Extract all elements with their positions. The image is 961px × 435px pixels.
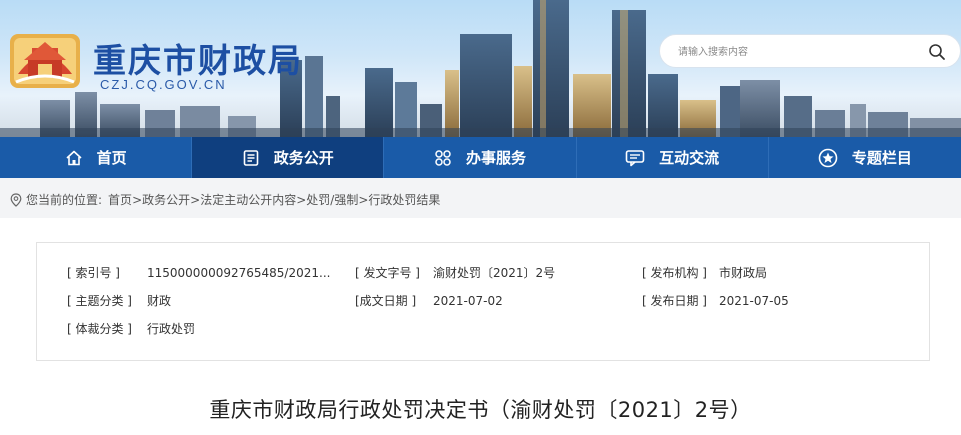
search-input[interactable]: [678, 44, 918, 60]
nav-item-label: 政务公开: [273, 149, 334, 167]
written-date-value: 2021-07-02: [433, 294, 503, 308]
site-logo: [10, 34, 80, 88]
nav-item-special-topics[interactable]: 专题栏目: [769, 137, 961, 178]
breadcrumb-item-penalty-enforcement[interactable]: 处罚/强制: [306, 191, 358, 208]
breadcrumb-separator: >: [190, 192, 201, 207]
search-box: [659, 34, 961, 68]
topic-category-value: 财政: [147, 294, 172, 308]
search-icon[interactable]: [928, 43, 946, 61]
issuing-agency-label: [ 发布机构 ]: [642, 266, 707, 280]
home-icon: [66, 150, 82, 165]
breadcrumb-separator: >: [132, 192, 143, 207]
site-domain: CZJ.CQ.GOV.CN: [100, 77, 227, 92]
chat-icon: [625, 149, 645, 166]
breadcrumb-separator: >: [358, 192, 369, 207]
genre-category-value: 行政处罚: [147, 322, 196, 336]
nav-item-interaction[interactable]: 互动交流: [577, 137, 769, 178]
document-number-label: [ 发文字号 ]: [355, 266, 420, 280]
document-number-value: 渝财处罚〔2021〕2号: [433, 266, 556, 280]
document-list-icon: [243, 149, 259, 166]
index-number-value: 115000000092765485/2021...: [147, 266, 331, 280]
nav-item-label: 专题栏目: [851, 149, 912, 167]
location-pin-icon: [10, 192, 22, 207]
breadcrumb-item-statutory-disclosure[interactable]: 法定主动公开内容: [200, 191, 296, 208]
publish-date-value: 2021-07-05: [719, 294, 789, 308]
breadcrumb-item-government-affairs[interactable]: 政务公开: [142, 191, 190, 208]
issuing-agency-value: 市财政局: [719, 266, 768, 280]
breadcrumb-item-home[interactable]: 首页: [108, 191, 132, 208]
breadcrumb: 您当前的位置: 首页 > 政务公开 > 法定主动公开内容 > 处罚/强制 > 行…: [10, 191, 440, 208]
breadcrumb-prefix: 您当前的位置:: [26, 193, 103, 207]
nav-item-label: 互动交流: [659, 149, 720, 167]
nav-item-services[interactable]: 办事服务: [384, 137, 577, 178]
grid-icon: [435, 149, 451, 166]
nav-item-home[interactable]: 首页: [0, 137, 193, 178]
site-title: 重庆市财政局: [93, 41, 303, 80]
nav-item-label: 首页: [96, 149, 127, 167]
document-metadata-box: [ 索引号 ] 115000000092765485/2021... [ 发文字…: [36, 242, 930, 361]
nav-item-label: 办事服务: [465, 149, 526, 167]
index-number-label: [ 索引号 ]: [67, 266, 120, 280]
breadcrumb-item-penalty-results[interactable]: 行政处罚结果: [368, 191, 440, 208]
topic-category-label: [ 主题分类 ]: [67, 294, 132, 308]
star-icon: [818, 148, 838, 167]
main-nav: 首页 政务公开 办事服务 互动交流 专题栏目: [0, 137, 961, 178]
document-title: 重庆市财政局行政处罚决定书（渝财处罚〔2021〕2号）: [209, 398, 752, 422]
genre-category-label: [ 体裁分类 ]: [67, 322, 132, 336]
written-date-label: [成文日期 ]: [355, 294, 417, 308]
publish-date-label: [ 发布日期 ]: [642, 294, 707, 308]
breadcrumb-separator: >: [296, 192, 307, 207]
content-area: [ 索引号 ] 115000000092765485/2021... [ 发文字…: [0, 218, 961, 435]
nav-item-government-affairs[interactable]: 政务公开: [192, 137, 385, 178]
header-banner: 重庆市财政局 CZJ.CQ.GOV.CN: [0, 0, 961, 137]
